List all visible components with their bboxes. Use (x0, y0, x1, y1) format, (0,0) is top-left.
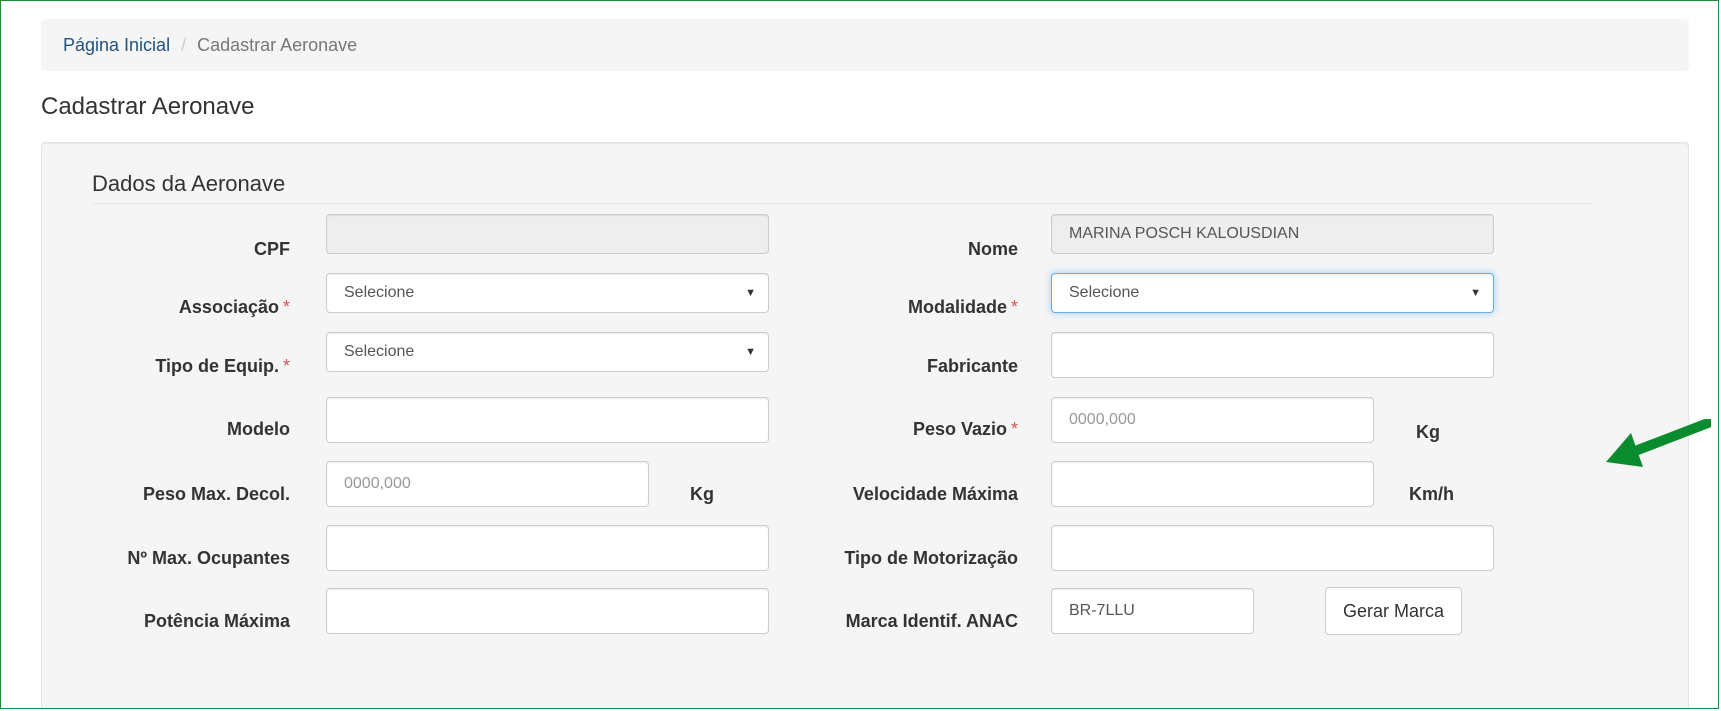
page-title: Cadastrar Aeronave (41, 93, 255, 120)
velocidade-maxima-label-text: Velocidade Máxima (852, 484, 1018, 504)
max-ocupantes-label-text: Nº Max. Ocupantes (127, 548, 290, 568)
potencia-maxima-label: Potência Máxima (144, 611, 290, 632)
fabricante-label-text: Fabricante (926, 356, 1018, 376)
nome-label-text: Nome (967, 239, 1018, 259)
chevron-down-icon: ▼ (1470, 287, 1481, 299)
modalidade-selected-value: Selecione (1069, 284, 1140, 301)
aircraft-form-panel: Dados da Aeronave CPF Nome MARINA POSCH … (41, 142, 1689, 708)
marca-anac-label: Marca Identif. ANAC (846, 611, 1018, 632)
breadcrumb-separator: / (181, 34, 187, 55)
tipo-motorizacao-label: Tipo de Motorização (844, 548, 1018, 569)
breadcrumb-current: Cadastrar Aeronave (197, 34, 358, 55)
velocidade-maxima-input[interactable] (1051, 461, 1374, 507)
tipo-equip-select[interactable]: Selecione ▼ (326, 332, 769, 372)
chevron-down-icon: ▼ (745, 346, 756, 358)
nome-field[interactable]: MARINA POSCH KALOUSDIAN (1051, 214, 1494, 254)
associacao-selected-value: Selecione (344, 284, 415, 301)
tipo-motorizacao-label-text: Tipo de Motorização (844, 548, 1018, 568)
tipo-motorizacao-input[interactable] (1051, 525, 1494, 571)
marca-anac-input[interactable]: BR-7LLU (1051, 588, 1254, 634)
nome-label: Nome (968, 239, 1018, 260)
peso-max-decol-unit: Kg (690, 484, 714, 504)
required-mark: * (1010, 419, 1018, 439)
fabricante-input[interactable] (1051, 332, 1494, 378)
arrow-pointer-icon (1606, 419, 1711, 467)
modalidade-label: Modalidade * (908, 297, 1018, 318)
peso-vazio-label: Peso Vazio * (913, 419, 1018, 440)
tipo-equip-label: Tipo de Equip. * (155, 356, 290, 377)
tipo-equip-label-text: Tipo de Equip. (155, 356, 279, 376)
required-mark: * (282, 297, 290, 317)
modalidade-label-text: Modalidade (907, 297, 1007, 317)
peso-vazio-unit: Kg (1416, 422, 1440, 442)
modalidade-select[interactable]: Selecione ▼ (1051, 273, 1494, 313)
marca-anac-label-text: Marca Identif. ANAC (845, 611, 1018, 631)
tipo-equip-selected-value: Selecione (344, 343, 415, 360)
associacao-select[interactable]: Selecione ▼ (326, 273, 769, 313)
section-title: Dados da Aeronave (92, 171, 1592, 204)
cpf-label: CPF (254, 239, 290, 260)
peso-vazio-label-text: Peso Vazio (912, 419, 1007, 439)
required-mark: * (282, 356, 290, 376)
modelo-input[interactable] (326, 397, 769, 443)
associacao-label: Associação * (179, 297, 290, 318)
peso-max-decol-label: Peso Max. Decol. (143, 484, 290, 505)
potencia-maxima-input[interactable] (326, 588, 769, 634)
max-ocupantes-input[interactable] (326, 525, 769, 571)
peso-max-decol-label-text: Peso Max. Decol. (142, 484, 290, 504)
velocidade-maxima-unit: Km/h (1409, 484, 1454, 504)
max-ocupantes-label: Nº Max. Ocupantes (127, 548, 290, 569)
breadcrumb: Página Inicial / Cadastrar Aeronave (41, 19, 1689, 71)
peso-max-decol-input[interactable]: 0000,000 (326, 461, 649, 507)
modelo-label-text: Modelo (227, 419, 290, 439)
cpf-field[interactable] (326, 214, 769, 254)
velocidade-maxima-label: Velocidade Máxima (853, 484, 1018, 505)
window-frame: Página Inicial / Cadastrar Aeronave Cada… (0, 0, 1719, 709)
chevron-down-icon: ▼ (745, 287, 756, 299)
required-mark: * (1010, 297, 1018, 317)
breadcrumb-home-link[interactable]: Página Inicial (63, 35, 170, 56)
cpf-label-text: CPF (254, 239, 290, 259)
modelo-label: Modelo (227, 419, 290, 440)
gerar-marca-button[interactable]: Gerar Marca (1325, 587, 1462, 635)
peso-vazio-input[interactable]: 0000,000 (1051, 397, 1374, 443)
associacao-label-text: Associação (178, 297, 279, 317)
potencia-maxima-label-text: Potência Máxima (143, 611, 290, 631)
fabricante-label: Fabricante (927, 356, 1018, 377)
